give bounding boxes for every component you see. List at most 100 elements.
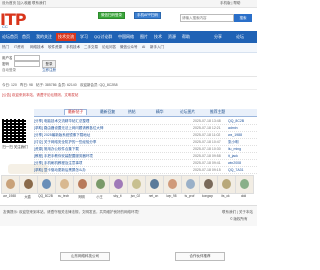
nav-item-learn[interactable]: 学习 [80, 34, 88, 40]
thread-user[interactable]: wz_1988 [228, 133, 257, 137]
search-button[interactable]: 搜索 [234, 14, 252, 22]
avatar-face [96, 179, 105, 189]
thread-date: 2025-07-18 09:41 [193, 160, 221, 165]
password-field[interactable] [14, 61, 40, 67]
nav-item-china-net[interactable]: 中国网络 [118, 34, 134, 40]
avatar-name[interactable]: ddd [234, 194, 253, 198]
avatar-name[interactable]: ts_prof [180, 194, 199, 198]
announcement-text[interactable]: [公告] 欢迎来到本站，请遵守论坛规则，文明发帖 [2, 93, 78, 98]
thread-user[interactable]: QQ_7A31 [228, 168, 257, 172]
nav-item-follow[interactable]: 我的关注 [36, 34, 52, 40]
avatar-name[interactable]: wz_1988 [0, 194, 19, 198]
subnav-item[interactable]: 软件资源 [48, 45, 62, 50]
tab-hot[interactable]: 热帖 [128, 110, 136, 115]
avatar-name[interactable]: jsn_02 [126, 194, 145, 198]
avatar[interactable] [235, 175, 254, 194]
avatar[interactable] [109, 175, 128, 194]
nav-item-resources[interactable]: 资源 [168, 34, 176, 40]
footer: 友情提示: 欢迎您来到本站，请遵守相关法律法规，文明发言，共同维护良好的网络环境… [0, 205, 257, 226]
thread-title[interactable]: [分享] 手机刷机教程及注意事项 [34, 161, 184, 166]
avatar[interactable] [1, 175, 20, 194]
thread-user[interactable]: it_jack [228, 154, 257, 158]
thread-user[interactable]: 张小明 [228, 140, 257, 145]
nav-item-forum[interactable]: 论坛 [236, 34, 244, 40]
avatar[interactable] [37, 175, 56, 194]
partner-link[interactable]: 合作伙伴推荐 [175, 252, 225, 261]
tab-images[interactable]: 论坛图片 [180, 110, 195, 115]
nav-item-images[interactable]: 图片 [140, 34, 148, 40]
thread-title[interactable]: [讨论] 关于网络安全防护的一些经验分享 [34, 140, 184, 145]
stat-newest[interactable]: 欢迎新会员: QQ_8C2B8 [80, 83, 118, 88]
subnav-item[interactable]: 网络技术 [30, 45, 44, 50]
nav-item-qq-group[interactable]: QQ讨论群 [94, 34, 112, 40]
avatar-face [240, 179, 249, 189]
app-login-button[interactable]: 手机APP扫码 [134, 12, 162, 19]
avatar-name[interactable]: sky_it [108, 194, 127, 198]
tab-recommend[interactable]: 推荐主题 [210, 110, 225, 115]
avatar-name[interactable]: xu_tech [54, 194, 73, 198]
announcement: [公告] 欢迎来到本站，请遵守论坛规则，文明发帖 [0, 92, 257, 99]
subnav-item[interactable]: 二手交易 [84, 45, 98, 50]
thread-title[interactable]: [求助] 路由器设置无法上网问题请教各位大神 [34, 126, 184, 131]
avatar[interactable] [55, 175, 74, 194]
thread-user[interactable]: QQ_8C2B [228, 119, 257, 123]
nav-item-help[interactable]: 帮助 [182, 34, 190, 40]
thread-user[interactable]: admin [228, 126, 257, 130]
top-right-links[interactable]: 手机版 | 帮助 [220, 1, 240, 6]
subnav-item[interactable]: 论坛问答 [102, 45, 116, 50]
avatar[interactable] [199, 175, 218, 194]
site-logo[interactable]: ITP CC [0, 10, 30, 30]
subnav-item[interactable]: 热门 [2, 45, 9, 50]
tab-digest[interactable]: 精华 [156, 110, 164, 115]
tab-latest[interactable]: 最新帖子 [64, 109, 88, 115]
subnav-item[interactable]: AI [142, 45, 145, 49]
thread-title[interactable]: [求助] 显卡驱动更新后黑屏怎么办 [34, 168, 184, 173]
nav-item-technology[interactable]: 技术 [154, 34, 162, 40]
avatar[interactable] [19, 175, 38, 194]
nav-item-share[interactable]: 分享 [214, 34, 222, 40]
avatar[interactable] [163, 175, 182, 194]
nav-item-tech[interactable]: 技术交流 [56, 33, 76, 41]
subnav-item[interactable]: 新手入门 [150, 45, 164, 50]
table-row[interactable]: [求助] 显卡驱动更新后黑屏怎么办 2025-07-18 09:15 QQ_7A31 [34, 166, 257, 174]
thread-title[interactable]: [资源] 常用办公软件合集下载 [34, 147, 184, 152]
footer-links[interactable]: 联系我们 | 关于本站 [222, 210, 253, 215]
thread-title[interactable]: [教程] 手把手教你安装配置服务器环境 [34, 154, 184, 159]
thread-title[interactable]: [分享] 电脑技术交流精华帖汇总整理 [34, 119, 184, 124]
login-button[interactable]: 登录 [42, 60, 56, 68]
tab-replies[interactable]: 最新回复 [100, 110, 115, 115]
thread-date: 2025-07-18 11:02 [193, 132, 221, 137]
avatar[interactable] [91, 175, 110, 194]
top-links[interactable]: 设为首页 加入收藏 联系我们 [2, 1, 46, 6]
footer-copyright: © 版权所有 [230, 217, 248, 221]
avatar-name[interactable]: QQ_8C2B [36, 194, 55, 198]
search-box [180, 14, 234, 22]
thread-title[interactable]: [分享] 2025最新版系统镜像下载地址 [34, 133, 184, 138]
logo-subtext: CC [2, 24, 8, 29]
avatar-name[interactable]: kongwp [198, 194, 217, 198]
partner-link[interactable]: 山东网络科技公司 [60, 252, 110, 261]
remember-label[interactable]: 自动登录 [2, 68, 16, 73]
avatar[interactable] [127, 175, 146, 194]
username-label: 用户名 [2, 56, 13, 60]
subnav-item[interactable]: 微信公众号 [120, 45, 138, 50]
avatar-name[interactable]: 大猫 [18, 194, 37, 199]
nav-item-home[interactable]: 首页 [22, 34, 30, 40]
thread-user[interactable]: win2008 [228, 161, 257, 165]
avatar-name[interactable]: its_ok [216, 194, 235, 198]
wechat-login-button[interactable]: 微信扫码登录 [98, 12, 125, 19]
search-input[interactable] [181, 15, 227, 21]
avatar[interactable] [217, 175, 236, 194]
subnav-item[interactable]: 手机技术 [66, 45, 80, 50]
avatar-name[interactable]: 小王 [90, 194, 109, 199]
register-link[interactable]: 立即注册 [42, 68, 56, 73]
avatar-name[interactable]: net_cn [144, 194, 163, 198]
nav-item-forum-home[interactable]: 论坛首页 [2, 34, 18, 40]
thread-user[interactable]: liu_ming [228, 147, 257, 151]
avatar[interactable] [145, 175, 164, 194]
avatar[interactable] [73, 175, 92, 194]
subnav-item[interactable]: IT资讯 [14, 45, 24, 50]
avatar-name[interactable]: 阿明 [72, 194, 91, 199]
avatar-name[interactable]: lwp_98 [162, 194, 181, 198]
avatar[interactable] [181, 175, 200, 194]
